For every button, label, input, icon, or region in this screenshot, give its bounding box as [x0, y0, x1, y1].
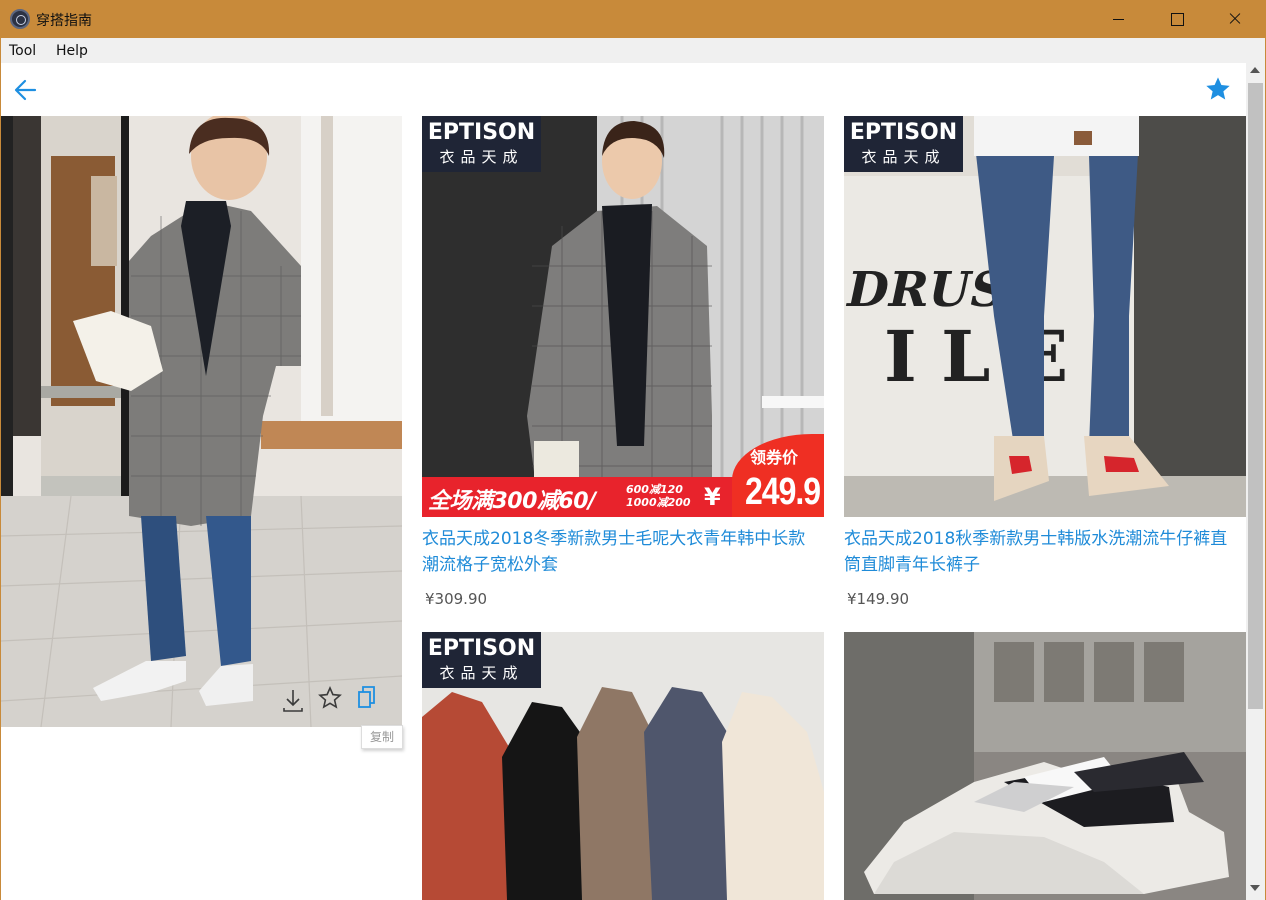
product-price-coat: ¥309.90 [425, 590, 488, 608]
promo-sub-text: 600减120 1000减200 [626, 483, 691, 509]
brand-tag: EPTISON 衣品天成 [422, 632, 541, 688]
scroll-down-arrow-icon[interactable] [1250, 885, 1260, 891]
brand-name-cn: 衣品天成 [439, 148, 524, 166]
star-filled-icon [1206, 77, 1230, 100]
promo-yen: ¥ [704, 483, 721, 511]
promo-sub1: 600减120 [626, 483, 683, 496]
product-title-coat[interactable]: 衣品天成2018冬季新款男士毛呢大衣青年韩中长款潮流格子宽松外套 [422, 526, 822, 578]
window-title: 穿搭指南 [36, 13, 92, 29]
brand-name-cn: 衣品天成 [439, 664, 524, 682]
promo-sub2: 1000减200 [626, 496, 691, 509]
scroll-up-arrow-icon[interactable] [1250, 67, 1260, 73]
brand-name-en: EPTISON [849, 120, 958, 145]
brand-name-en: EPTISON [427, 636, 536, 661]
vertical-scrollbar[interactable] [1246, 63, 1265, 900]
featured-photo-image [1, 116, 402, 727]
product-image-sneakers[interactable] [844, 632, 1246, 900]
brand-tag: EPTISON 衣品天成 [844, 116, 963, 172]
menu-bar: Tool Help [1, 38, 1265, 63]
brand-name-cn: 衣品天成 [861, 148, 946, 166]
featured-photo[interactable] [1, 116, 402, 727]
coupon-label: 领券价 [750, 448, 799, 467]
product-image-sweaters[interactable]: EPTISON 衣品天成 [422, 632, 824, 900]
svg-text:DRUS: DRUS [844, 261, 1011, 317]
brand-name-en: EPTISON [427, 120, 536, 145]
app-logo-icon [10, 9, 30, 29]
product-title-jeans[interactable]: 衣品天成2018秋季新款男士韩版水洗潮流牛仔裤直筒直脚青年长裤子 [844, 526, 1244, 578]
favorites-button[interactable] [1204, 75, 1232, 103]
sneakers-photo [844, 632, 1246, 900]
back-button[interactable] [13, 77, 39, 103]
jeans-photo: DRUS I L E [844, 116, 1246, 517]
maximize-button[interactable] [1148, 0, 1206, 38]
product-image-coat[interactable]: EPTISON 衣品天成 全场满300减60/ 600减120 1000减200… [422, 116, 824, 517]
close-button[interactable] [1206, 0, 1264, 38]
copy-tooltip: 复制 [361, 725, 403, 749]
promo-main-text: 全场满300减60/ [428, 489, 596, 514]
menu-help[interactable]: Help [56, 43, 88, 59]
product-price-jeans: ¥149.90 [847, 590, 910, 608]
menu-tool[interactable]: Tool [9, 43, 36, 59]
title-bar: 穿搭指南 [0, 0, 1266, 38]
minimize-button[interactable] [1090, 0, 1148, 38]
content-area: 复制 EPTISON 衣品天成 全场满300减60/ 600减120 1000减… [1, 63, 1246, 900]
brand-tag: EPTISON 衣品天成 [422, 116, 541, 172]
coupon-price: 249.9 [745, 469, 821, 513]
arrow-left-icon [14, 79, 37, 101]
scroll-thumb[interactable] [1248, 83, 1263, 709]
product-image-jeans[interactable]: DRUS I L E EPTISON 衣品天成 [844, 116, 1246, 517]
